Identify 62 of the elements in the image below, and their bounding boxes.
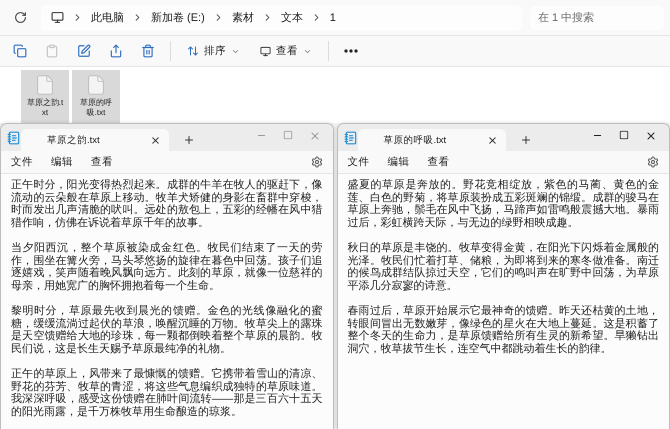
settings-button[interactable] <box>310 156 322 168</box>
close-tab-button[interactable] <box>486 134 498 146</box>
menu-item[interactable]: 查看 <box>91 155 113 169</box>
toolbar-menu-button[interactable]: 查看 <box>252 39 320 63</box>
file-name: 草原的呼吸.txt <box>79 98 113 118</box>
menu-item[interactable]: 查看 <box>428 155 450 169</box>
more-icon <box>344 49 358 53</box>
tab-title: 草原之韵.txt <box>47 134 101 146</box>
settings-icon <box>647 156 659 168</box>
file-item[interactable]: 草原之韵.txt <box>21 70 69 123</box>
close-tab-button[interactable] <box>150 134 161 146</box>
settings-icon <box>310 156 322 168</box>
close-icon <box>308 130 320 142</box>
text-paragraph: 当夕阳西沉，整个草原被染成金红色。牧民们结束了一天的劳作，围坐在篝火旁，马头琴悠扬的旋律在暮色中回荡。孩子们追逐嬉戏，笑声随着晚风飘向远方。此刻的草原，就像一位慈祥的母亲，用她宽广的胸怀拥抱着每一个生命。 <box>11 242 322 292</box>
refresh-icon[interactable] <box>14 11 27 24</box>
close-icon <box>645 130 657 142</box>
menu-item[interactable]: 编辑 <box>388 155 410 169</box>
close-icon <box>486 134 498 146</box>
menu-item[interactable]: 文件 <box>11 155 33 169</box>
address-bar[interactable]: 此电脑 新加卷 (E:) 素材 文本 1 <box>41 4 522 30</box>
file-icon <box>34 74 56 96</box>
text-paragraph: 正午的草原上，风带来了最慷慨的馈赠。它携带着雪山的清凉、野花的芬芳、牧草的青涩，将这些气息编织成独特的草原味道。我深深呼吸，感受这份馈赠在肺叶间流转——那是三百六十五天的阳光雨露，是千万株牧草用生命酿造的琼浆。 <box>11 368 322 418</box>
new-tab-button[interactable] <box>183 134 195 146</box>
sort-icon <box>187 45 199 57</box>
text-paragraph: 春雨过后，草原开始展示它最神奇的馈赠。昨天还枯黄的土地，转眼间冒出无数嫩芽，像绿色的星火在大地上蔓延。这是积蓄了整个冬天的生命力，是草原馈赠给所有生灵的新希望。旱獭钻出洞穴，牧草拔节生长，连空气中都跳动着生长的韵律。 <box>348 304 659 356</box>
copy-icon <box>13 44 27 58</box>
settings-button[interactable] <box>647 156 659 168</box>
text-paragraph: 盛夏的草原是奔放的。野花竞相绽放，紫色的马蔺、黄色的金莲、白色的野菊，将草原装扮成五彩斑斓的锦缎。成群的骏马在草原上奔驰，鬃毛在风中飞扬，马蹄声如雷鸣般震撼大地。暴雨过后，彩虹横跨天际，与无边的绿野相映成趣。 <box>348 179 659 230</box>
plus-icon <box>183 134 195 146</box>
breadcrumb[interactable]: 文本 <box>280 10 303 25</box>
close-button[interactable] <box>645 130 657 142</box>
text-paragraph: 秋日的草原是丰饶的。牧草变得金黄，在阳光下闪烁着金属般的光泽。牧民们忙着打草、储粮，为即将到来的寒冬做准备。南迁的候鸟成群结队掠过天空，它们的鸣叫声在旷野中回荡，为草原平添几分寂寥的诗意。 <box>348 242 659 292</box>
clipboard-icon <box>45 44 59 58</box>
breadcrumb[interactable]: 新加卷 (E:) <box>151 10 205 25</box>
menu-item[interactable]: 编辑 <box>51 155 73 169</box>
tab-title: 草原的呼吸.txt <box>384 134 448 146</box>
close-icon <box>150 134 161 146</box>
notepad-icon <box>344 130 358 144</box>
maximize-button[interactable] <box>619 130 629 140</box>
tab[interactable]: 草原之韵.txt <box>21 129 169 151</box>
share-icon <box>109 44 123 58</box>
file-item[interactable]: 草原的呼吸.txt <box>72 70 120 123</box>
breadcrumb[interactable]: 1 <box>330 12 336 24</box>
text-paragraph: 黎明时分，草原最先收到晨光的馈赠。金色的光线像融化的蜜糖，缓缓流淌过起伏的草浪，唤醒沉睡的万物。牧草尖上的露珠是天空馈赠给大地的珍珠，每一颗都倒映着整个草原的晨韵。牧民们说，这是长生天赐予草原最纯净的礼物。 <box>11 304 322 356</box>
tab[interactable]: 草原的呼吸.txt <box>358 129 506 151</box>
maximize-icon <box>619 130 629 140</box>
plus-icon <box>520 134 532 146</box>
file-icon <box>85 74 107 96</box>
monitor-icon <box>260 46 271 56</box>
trash-icon <box>141 44 155 58</box>
maximize-icon <box>282 130 292 140</box>
breadcrumb[interactable]: 素材 <box>232 10 254 25</box>
text-paragraph: 正午时分，阳光变得热烈起来。成群的牛羊在牧人的驱赶下，像流动的云朵般在草原上移动。牧羊犬矫健的身影在畜群中穿梭，时而发出几声清脆的吠叫。远处的敖包上，五彩的经幡在风中猎猎作响，仿佛在诉说着草原千年的故事。 <box>11 179 322 230</box>
menu-item[interactable]: 文件 <box>348 155 370 169</box>
new-tab-button[interactable] <box>520 134 532 146</box>
rename-icon <box>77 44 91 58</box>
breadcrumb[interactable]: 此电脑 <box>91 10 124 25</box>
computer-icon <box>51 11 64 24</box>
notepad-icon <box>7 130 21 144</box>
toolbar-menu-button[interactable]: 排序 <box>179 39 248 63</box>
search-field[interactable]: 在 1 中搜索 <box>530 6 664 30</box>
file-name: 草原之韵.txt <box>26 98 64 118</box>
